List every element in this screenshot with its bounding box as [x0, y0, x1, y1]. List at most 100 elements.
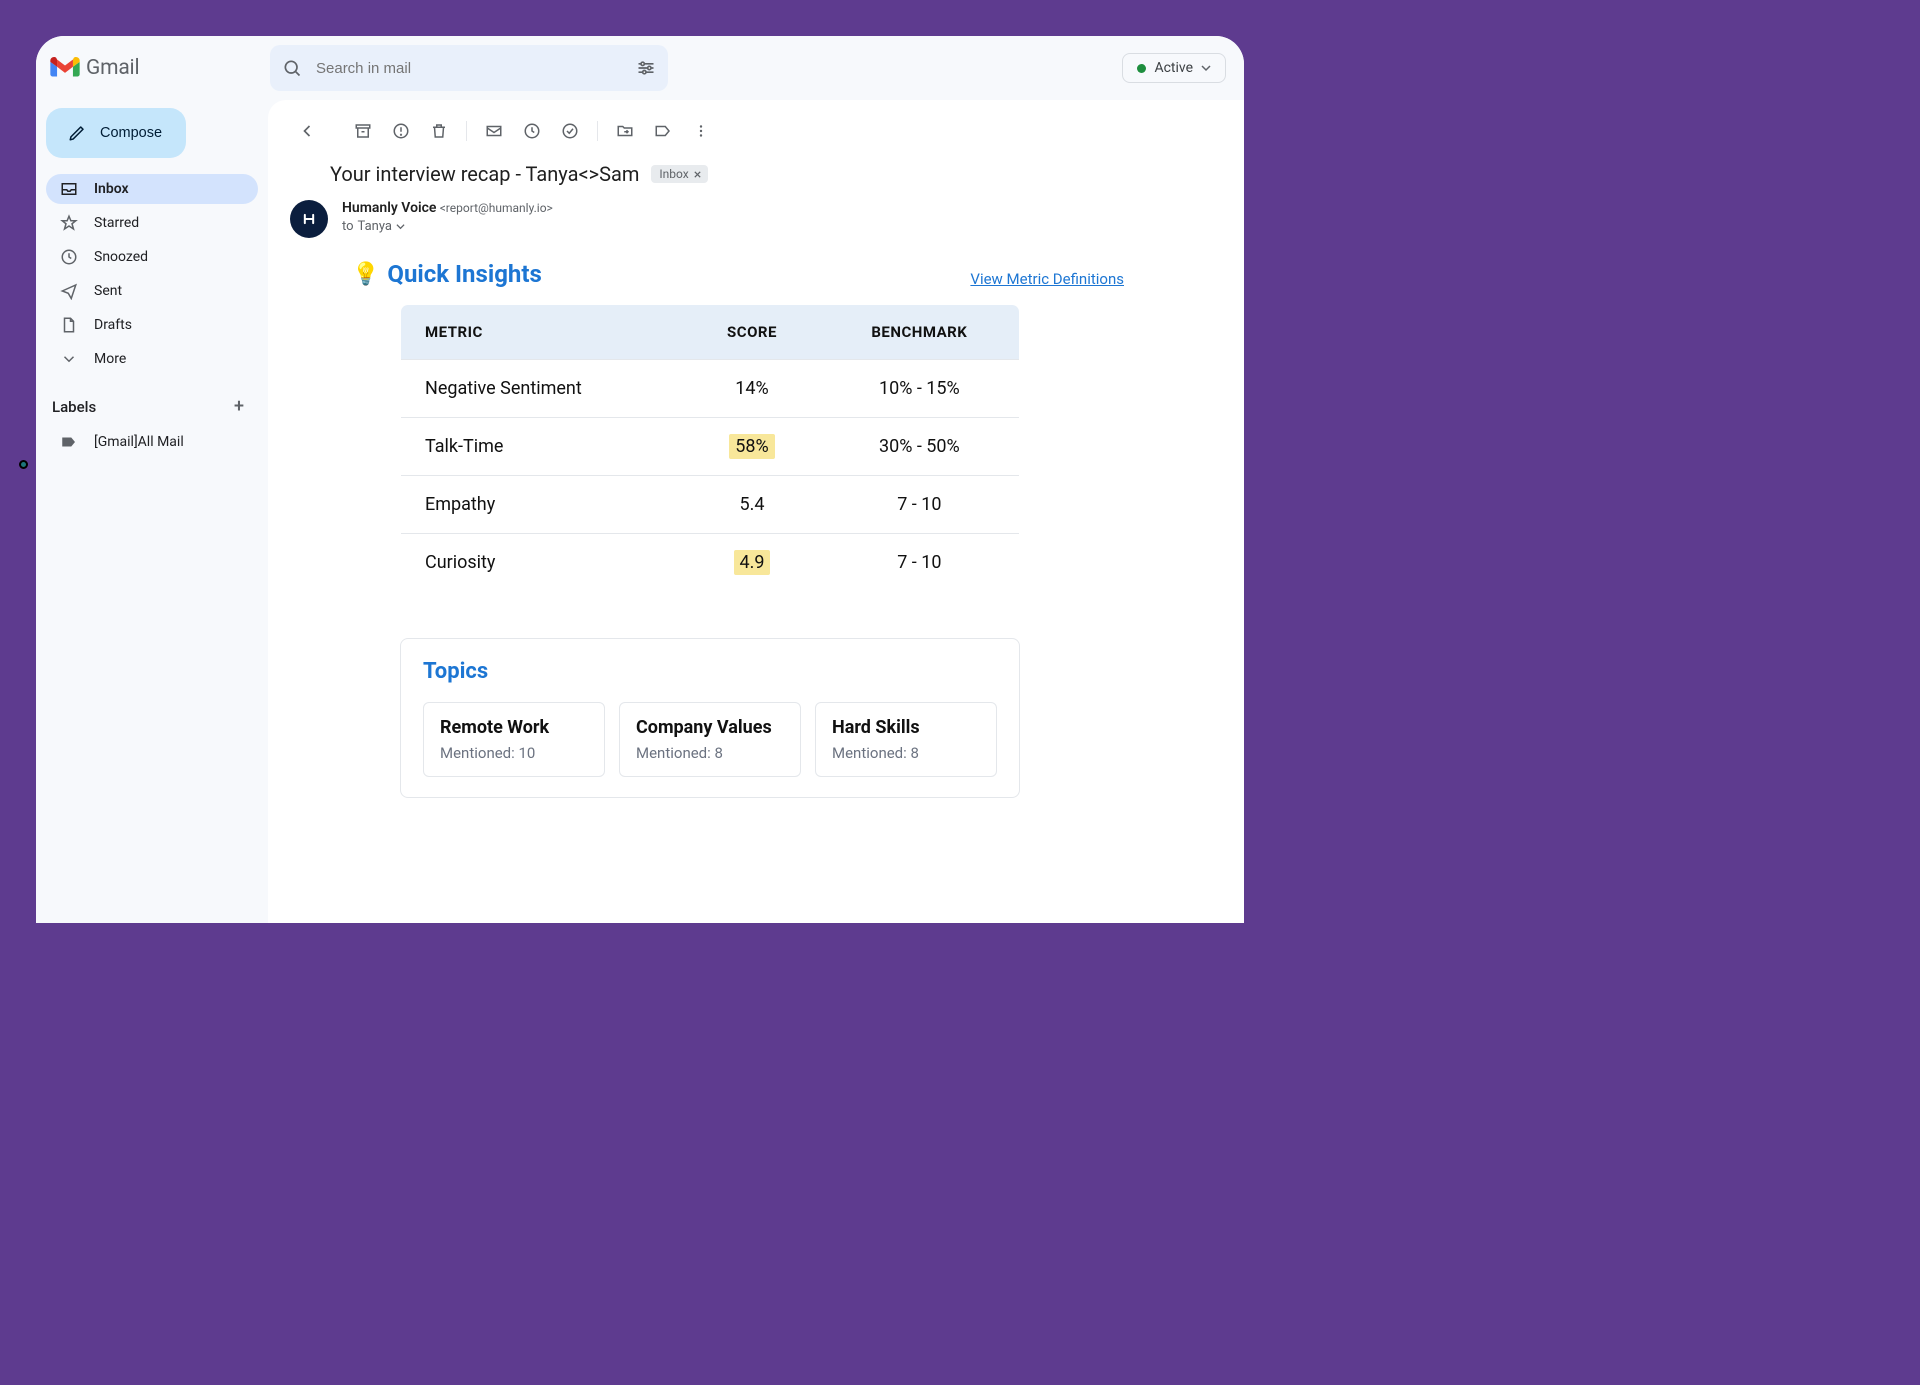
metric-definitions-link[interactable]: View Metric Definitions	[970, 270, 1124, 288]
mark-unread-button[interactable]	[477, 114, 511, 148]
quick-insights-heading: 💡 Quick Insights	[352, 260, 542, 288]
topic-count: Mentioned: 8	[636, 744, 784, 762]
metric-benchmark: 30% - 50%	[820, 418, 1020, 476]
metric-score: 14%	[684, 360, 819, 418]
sidebar-item-more[interactable]: More	[46, 344, 258, 374]
sidebar-item-label: More	[94, 351, 126, 367]
recipient-dropdown[interactable]: to Tanya	[342, 219, 553, 234]
metric-name: Curiosity	[401, 534, 685, 592]
chevron-down-icon	[1201, 63, 1211, 73]
labels-header: Labels +	[46, 378, 258, 423]
topic-count: Mentioned: 8	[832, 744, 980, 762]
status-pill[interactable]: Active	[1122, 53, 1226, 83]
gmail-logo-text: Gmail	[86, 56, 139, 80]
table-row: Curiosity 4.9 7 - 10	[401, 534, 1020, 592]
metric-score: 5.4	[684, 476, 819, 534]
metric-name: Empathy	[401, 476, 685, 534]
header-bar: Gmail Active	[36, 36, 1244, 100]
add-task-button[interactable]	[553, 114, 587, 148]
send-icon	[60, 282, 78, 300]
sidebar-item-inbox[interactable]: Inbox	[46, 174, 258, 204]
metric-benchmark: 7 - 10	[820, 476, 1020, 534]
search-bar[interactable]	[270, 45, 668, 91]
sidebar-item-starred[interactable]: Starred	[46, 208, 258, 238]
topic-card: Hard Skills Mentioned: 8	[815, 702, 997, 777]
sidebar-item-label: Drafts	[94, 317, 132, 333]
sidebar: Compose Inbox Starred Snoozed Sent	[36, 100, 268, 923]
to-prefix: to	[342, 219, 354, 234]
compose-label: Compose	[100, 125, 162, 141]
topics-heading: Topics	[423, 659, 997, 684]
topic-name: Company Values	[636, 717, 784, 738]
topic-count: Mentioned: 10	[440, 744, 588, 762]
topic-card: Company Values Mentioned: 8	[619, 702, 801, 777]
sidebar-item-snoozed[interactable]: Snoozed	[46, 242, 258, 272]
email-body: 💡 Quick Insights View Metric Definitions…	[268, 250, 1244, 798]
device-camera-dot	[19, 460, 28, 469]
sender-row: Humanly Voice <report@humanly.io> to Tan…	[268, 200, 1244, 250]
search-icon	[282, 58, 302, 78]
metrics-table: METRIC SCORE BENCHMARK Negative Sentimen…	[400, 304, 1020, 592]
subject-row: Your interview recap - Tanya<>Sam Inbox	[268, 158, 1244, 200]
sidebar-item-label: Inbox	[94, 181, 129, 197]
delete-button[interactable]	[422, 114, 456, 148]
gmail-logo[interactable]: Gmail	[50, 56, 230, 80]
chip-label: Inbox	[659, 167, 688, 181]
sender-avatar	[290, 200, 328, 238]
clock-icon	[60, 248, 78, 266]
gmail-logo-icon	[50, 57, 80, 79]
snooze-button[interactable]	[515, 114, 549, 148]
report-spam-button[interactable]	[384, 114, 418, 148]
pencil-icon	[68, 124, 86, 142]
table-row: Negative Sentiment14%10% - 15%	[401, 360, 1020, 418]
toolbar-separator	[597, 121, 598, 141]
inbox-chip[interactable]: Inbox	[651, 165, 707, 183]
topic-name: Remote Work	[440, 717, 588, 738]
highlighted-score: 4.9	[734, 550, 771, 575]
status-label: Active	[1154, 60, 1193, 76]
sender-name: Humanly Voice	[342, 200, 436, 216]
to-name: Tanya	[358, 219, 392, 234]
metric-score: 4.9	[684, 534, 819, 592]
col-benchmark: BENCHMARK	[820, 305, 1020, 360]
sender-email: <report@humanly.io>	[440, 201, 553, 215]
back-button[interactable]	[290, 114, 324, 148]
chevron-down-icon	[60, 350, 78, 368]
status-dot-icon	[1137, 64, 1146, 73]
more-actions-button[interactable]	[684, 114, 718, 148]
toolbar-separator	[466, 121, 467, 141]
metric-score: 58%	[684, 418, 819, 476]
sidebar-item-label: Snoozed	[94, 249, 148, 265]
move-to-button[interactable]	[608, 114, 642, 148]
email-subject: Your interview recap - Tanya<>Sam	[330, 162, 639, 186]
sidebar-item-label: [Gmail]All Mail	[94, 434, 184, 450]
table-row: Talk-Time58%30% - 50%	[401, 418, 1020, 476]
inbox-icon	[60, 180, 78, 198]
sidebar-label-item[interactable]: [Gmail]All Mail	[46, 427, 258, 457]
topics-section: Topics Remote Work Mentioned: 10 Company V…	[400, 638, 1020, 798]
label-icon	[60, 433, 78, 451]
table-header-row: METRIC SCORE BENCHMARK	[401, 305, 1020, 360]
sidebar-item-label: Starred	[94, 215, 139, 231]
labels-title: Labels	[52, 398, 96, 416]
sidebar-item-drafts[interactable]: Drafts	[46, 310, 258, 340]
sidebar-item-label: Sent	[94, 283, 122, 299]
topic-name: Hard Skills	[832, 717, 980, 738]
metric-benchmark: 7 - 10	[820, 534, 1020, 592]
message-toolbar	[268, 100, 1244, 158]
archive-button[interactable]	[346, 114, 380, 148]
bulb-icon: 💡	[352, 262, 379, 287]
metric-name: Negative Sentiment	[401, 360, 685, 418]
highlighted-score: 58%	[729, 434, 774, 459]
file-icon	[60, 316, 78, 334]
star-icon	[60, 214, 78, 232]
close-icon[interactable]	[693, 170, 702, 179]
labels-button[interactable]	[646, 114, 680, 148]
sidebar-item-sent[interactable]: Sent	[46, 276, 258, 306]
compose-button[interactable]: Compose	[46, 108, 186, 158]
col-metric: METRIC	[401, 305, 685, 360]
search-options-icon[interactable]	[636, 58, 656, 78]
search-input[interactable]	[316, 60, 622, 77]
add-label-button[interactable]: +	[234, 396, 244, 417]
col-score: SCORE	[684, 305, 819, 360]
